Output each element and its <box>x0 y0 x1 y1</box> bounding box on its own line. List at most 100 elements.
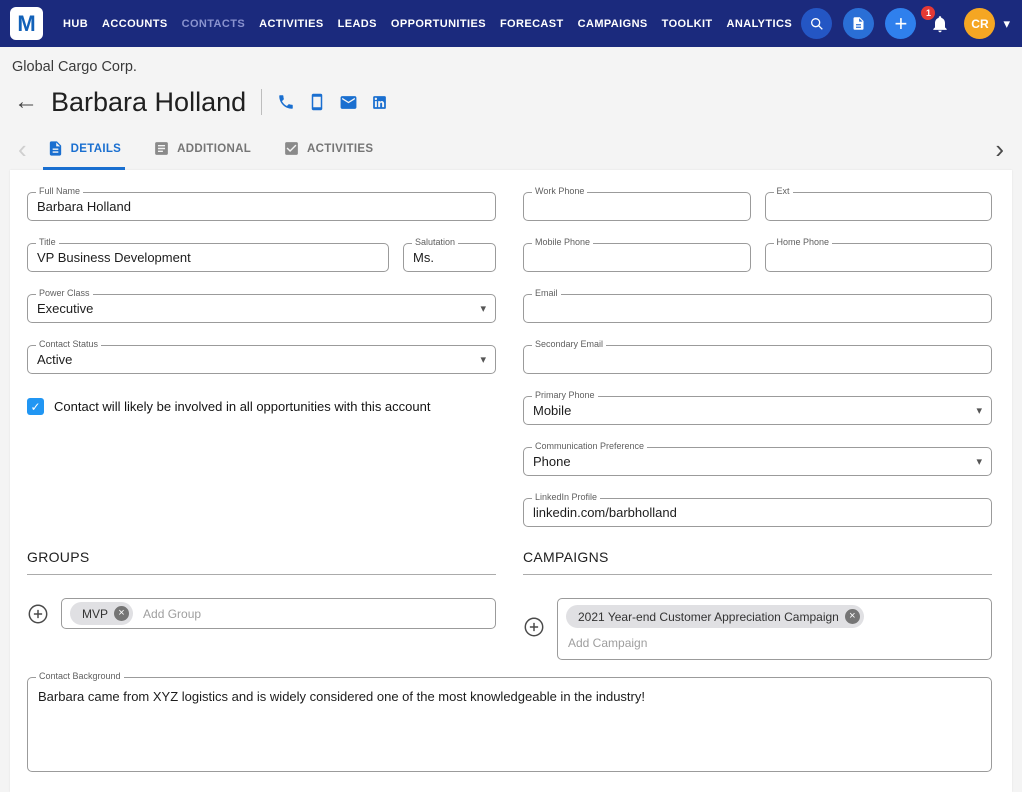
caret-down-icon: ▾ <box>480 302 486 315</box>
work-phone-input[interactable] <box>524 193 750 220</box>
contact-background-field[interactable]: Contact Background Barbara came from XYZ… <box>27 677 992 772</box>
new-document-button[interactable] <box>843 8 874 39</box>
secondary-email-label: Secondary Email <box>532 339 606 349</box>
ext-field[interactable]: Ext <box>765 192 993 221</box>
primary-phone-select[interactable]: Primary Phone Mobile ▾ <box>523 396 992 425</box>
involvement-checkbox-label: Contact will likely be involved in all o… <box>54 399 430 414</box>
nav-item-toolkit[interactable]: TOOLKIT <box>662 18 713 30</box>
add-group-button[interactable] <box>27 603 49 630</box>
mobile-call-button[interactable] <box>308 93 326 111</box>
contact-background-text: Barbara came from XYZ logistics and is w… <box>38 689 981 704</box>
group-chip-label: MVP <box>82 607 108 621</box>
app-logo[interactable]: M <box>10 7 43 40</box>
group-chip-field[interactable]: MVP × <box>61 598 496 629</box>
user-avatar[interactable]: CR <box>964 8 995 39</box>
contact-header: ← Barbara Holland <box>14 84 1022 120</box>
caret-down-icon: ▾ <box>976 404 982 417</box>
circle-plus-icon <box>27 603 49 625</box>
add-button[interactable]: + <box>885 8 916 39</box>
linkedin-profile-field[interactable]: LinkedIn Profile <box>523 498 992 527</box>
nav-item-contacts[interactable]: CONTACTS <box>182 18 246 30</box>
linkedin-profile-input[interactable] <box>524 499 991 526</box>
work-phone-label: Work Phone <box>532 186 587 196</box>
sections-row: GROUPS MVP × CAMPAIGNS <box>27 549 992 660</box>
linkedin-icon <box>371 94 388 111</box>
mobile-phone-field[interactable]: Mobile Phone <box>523 243 751 272</box>
phone-icon <box>277 93 295 111</box>
add-campaign-input[interactable] <box>566 633 983 653</box>
mobile-phone-input[interactable] <box>524 244 750 271</box>
communication-preference-select[interactable]: Communication Preference Phone ▾ <box>523 447 992 476</box>
power-class-select[interactable]: Power Class Executive ▾ <box>27 294 496 323</box>
tabs-scroll-right-icon[interactable]: › <box>995 136 1004 170</box>
remove-campaign-icon[interactable]: × <box>845 609 860 624</box>
secondary-email-field[interactable]: Secondary Email <box>523 345 992 374</box>
user-menu-caret-icon[interactable]: ▾ <box>1003 16 1010 32</box>
email-button[interactable] <box>339 93 358 112</box>
activities-check-icon <box>283 140 300 157</box>
home-phone-input[interactable] <box>766 244 992 271</box>
campaign-chip-label: 2021 Year-end Customer Appreciation Camp… <box>578 610 839 624</box>
communication-preference-label: Communication Preference <box>532 441 647 451</box>
tab-activities[interactable]: ACTIVITIES <box>279 140 377 170</box>
nav-item-accounts[interactable]: ACCOUNTS <box>102 18 168 30</box>
email-input[interactable] <box>524 295 991 322</box>
full-name-label: Full Name <box>36 186 83 196</box>
email-label: Email <box>532 288 561 298</box>
full-name-field[interactable]: Full Name <box>27 192 496 221</box>
salutation-field[interactable]: Salutation <box>403 243 496 272</box>
work-phone-field[interactable]: Work Phone <box>523 192 751 221</box>
communication-preference-value: Phone <box>524 448 991 475</box>
tab-details[interactable]: DETAILS <box>43 140 125 170</box>
smartphone-icon <box>308 93 326 111</box>
add-group-input[interactable] <box>141 606 487 622</box>
page-title: Barbara Holland <box>51 87 246 118</box>
details-doc-icon <box>47 140 64 157</box>
call-button[interactable] <box>277 93 295 111</box>
power-class-value: Executive <box>28 295 495 322</box>
envelope-icon <box>339 93 358 112</box>
nav-item-campaigns[interactable]: CAMPAIGNS <box>578 18 648 30</box>
tab-additional[interactable]: ADDITIONAL <box>149 140 255 170</box>
primary-nav: HUB ACCOUNTS CONTACTS ACTIVITIES LEADS O… <box>63 18 792 30</box>
title-input[interactable] <box>28 244 388 271</box>
nav-item-opportunities[interactable]: OPPORTUNITIES <box>391 18 486 30</box>
account-name: Global Cargo Corp. <box>12 59 1022 75</box>
email-field[interactable]: Email <box>523 294 992 323</box>
ext-label: Ext <box>774 186 793 196</box>
salutation-input[interactable] <box>404 244 495 271</box>
remove-group-icon[interactable]: × <box>114 606 129 621</box>
contact-status-value: Active <box>28 346 495 373</box>
back-arrow-icon[interactable]: ← <box>14 90 38 114</box>
nav-item-leads[interactable]: LEADS <box>338 18 377 30</box>
tab-label: ADDITIONAL <box>177 143 251 155</box>
plus-icon: + <box>895 13 908 35</box>
full-name-input[interactable] <box>28 193 495 220</box>
campaign-chip-field[interactable]: 2021 Year-end Customer Appreciation Camp… <box>557 598 992 660</box>
nav-item-analytics[interactable]: ANALYTICS <box>727 18 793 30</box>
nav-item-activities[interactable]: ACTIVITIES <box>259 18 324 30</box>
caret-down-icon: ▾ <box>480 353 486 366</box>
contact-background-label: Contact Background <box>36 671 124 681</box>
form-left-column: Full Name Title Salutation Power Class E… <box>27 192 496 527</box>
group-chip: MVP × <box>70 602 133 625</box>
search-button[interactable] <box>801 8 832 39</box>
tab-bar: ‹ DETAILS ADDITIONAL ACTIVITIES › <box>10 136 1012 170</box>
linkedin-profile-label: LinkedIn Profile <box>532 492 600 502</box>
ext-input[interactable] <box>766 193 992 220</box>
home-phone-field[interactable]: Home Phone <box>765 243 993 272</box>
primary-phone-label: Primary Phone <box>532 390 598 400</box>
add-campaign-button[interactable] <box>523 616 545 643</box>
tabs-scroll-left-icon[interactable]: ‹ <box>18 136 27 170</box>
primary-phone-value: Mobile <box>524 397 991 424</box>
title-field[interactable]: Title <box>27 243 389 272</box>
nav-item-hub[interactable]: HUB <box>63 18 88 30</box>
notifications-button[interactable]: 1 <box>927 11 953 37</box>
secondary-email-input[interactable] <box>524 346 991 373</box>
check-icon: ✓ <box>30 400 40 414</box>
mobile-phone-label: Mobile Phone <box>532 237 593 247</box>
involvement-checkbox[interactable]: ✓ <box>27 398 44 415</box>
contact-status-select[interactable]: Contact Status Active ▾ <box>27 345 496 374</box>
nav-item-forecast[interactable]: FORECAST <box>500 18 564 30</box>
linkedin-button[interactable] <box>371 94 388 111</box>
